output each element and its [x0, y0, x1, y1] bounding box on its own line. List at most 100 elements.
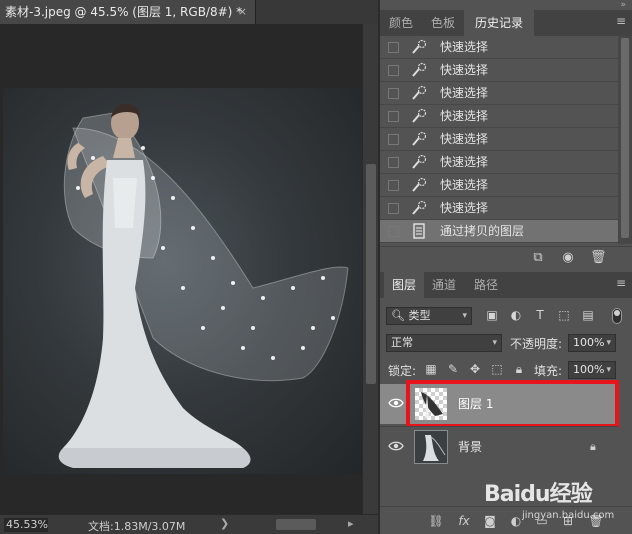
baidu-watermark: Baidu经验 jingyan.baidu.com	[478, 466, 628, 526]
adjustment-filter-icon[interactable]: ◐	[508, 307, 524, 323]
document-tab-bar: 素材-3.jpeg @ 45.5% (图层 1, RGB/8#) * ×	[0, 0, 378, 24]
lock-artboard-icon[interactable]: ⬚	[490, 362, 504, 376]
history-checkbox[interactable]	[388, 42, 399, 53]
history-item-label: 快速选择	[440, 201, 489, 215]
quick-selection-icon	[412, 154, 427, 169]
watermark-brand: Baidu经验	[484, 482, 593, 507]
layer-thumbnail	[414, 430, 448, 464]
history-item[interactable]: 快速选择	[380, 174, 618, 197]
document-tab-title: 素材-3.jpeg @ 45.5% (图层 1, RGB/8#) *	[5, 5, 243, 19]
opacity-field[interactable]: 100% ▾	[568, 334, 616, 352]
status-menu-arrow-icon[interactable]: ❯	[220, 517, 229, 530]
layers-filter-row: 🔍︎ 类型 ▾ ▣ ◐ T ⬚ ▤	[380, 304, 632, 328]
history-checkbox[interactable]	[388, 111, 399, 122]
lock-transparent-pixels-icon[interactable]: ▦	[424, 362, 438, 376]
tab-history[interactable]: 历史记录	[464, 10, 534, 36]
lock-all-icon[interactable]: 🔒︎	[512, 362, 526, 376]
fill-label: 填充:	[534, 364, 563, 378]
opacity-value: 100%	[573, 336, 605, 349]
photo-thumbnail-art	[423, 435, 446, 461]
history-item[interactable]: 快速选择	[380, 151, 618, 174]
quick-selection-icon	[412, 62, 427, 77]
eye-icon[interactable]	[388, 396, 404, 410]
right-panel-dock: 颜色 色板 历史记录 ≡ » 快速选择 快速选择 快速选择 快速选择 快速选择 …	[378, 0, 632, 534]
history-checkbox[interactable]	[388, 226, 399, 237]
tab-color[interactable]: 颜色	[380, 10, 422, 36]
history-item[interactable]: 快速选择	[380, 36, 618, 59]
history-panel-tabbar: 颜色 色板 历史记录 ≡	[380, 10, 632, 36]
lock-fill-row: 锁定: ▦ ✎ ✥ ⬚ 🔒︎ 填充: 100% ▾	[380, 358, 632, 382]
tab-channels[interactable]: 通道	[424, 272, 464, 298]
history-item-selected[interactable]: 通过拷贝的图层	[380, 220, 618, 243]
history-list: 快速选择 快速选择 快速选择 快速选择 快速选择 快速选择 快速选择 快速选择 …	[380, 36, 618, 244]
search-icon: 🔍︎	[391, 309, 405, 322]
canvas-area[interactable]	[0, 24, 362, 514]
history-item-label: 快速选择	[440, 178, 489, 192]
scrollbar-thumb[interactable]	[366, 164, 376, 384]
tab-layers[interactable]: 图层	[384, 272, 424, 298]
horizontal-scrollbar-thumb[interactable]	[276, 519, 316, 530]
filter-toggle[interactable]	[612, 308, 622, 324]
fill-field[interactable]: 100% ▾	[568, 361, 616, 379]
eye-icon[interactable]	[388, 439, 404, 453]
layer-name[interactable]: 背景	[458, 427, 482, 467]
smart-object-filter-icon[interactable]: ▤	[580, 307, 596, 323]
layers-panel-tabbar: 图层 通道 路径 ≡	[380, 272, 632, 298]
link-layers-icon[interactable]: ⛓	[428, 513, 444, 529]
history-item[interactable]: 快速选择	[380, 82, 618, 105]
quick-selection-icon	[412, 200, 427, 215]
blend-mode-dropdown[interactable]: 正常 ▾	[386, 334, 502, 352]
chevron-down-icon: ▾	[462, 311, 467, 321]
fx-icon[interactable]: fx	[456, 513, 472, 529]
panel-menu-icon[interactable]: ≡	[616, 15, 628, 27]
history-item-label: 快速选择	[440, 109, 489, 123]
tab-swatches[interactable]: 色板	[422, 10, 464, 36]
scroll-right-icon[interactable]: ▸	[348, 517, 354, 530]
history-checkbox[interactable]	[388, 180, 399, 191]
lock-position-icon[interactable]: ✥	[468, 362, 482, 376]
canvas-vertical-scrollbar[interactable]	[362, 24, 378, 514]
type-filter-icon[interactable]: T	[532, 307, 548, 323]
layer-row-background[interactable]: 背景 🔒︎	[380, 426, 618, 466]
history-checkbox[interactable]	[388, 203, 399, 214]
panel-menu-icon[interactable]: ≡	[616, 277, 628, 289]
history-item[interactable]: 快速选择	[380, 105, 618, 128]
status-bar: 45.53% 文档:1.83M/3.07M ❯ ▸	[0, 514, 378, 534]
history-checkbox[interactable]	[388, 65, 399, 76]
scrollbar-thumb[interactable]	[621, 38, 629, 238]
history-item-label: 快速选择	[440, 40, 489, 54]
history-checkbox[interactable]	[388, 88, 399, 99]
new-document-from-state-icon[interactable]: ⧉	[530, 250, 546, 266]
bride-photo-illustration	[58, 103, 349, 468]
history-item[interactable]: 快速选择	[380, 59, 618, 82]
canvas-image	[3, 88, 362, 474]
shape-filter-icon[interactable]: ⬚	[556, 307, 572, 323]
pixel-filter-icon[interactable]: ▣	[484, 307, 500, 323]
document-area: 素材-3.jpeg @ 45.5% (图层 1, RGB/8#) * × 45.…	[0, 0, 378, 534]
history-item-label: 快速选择	[440, 155, 489, 169]
trash-icon[interactable]: 🗑	[590, 250, 607, 266]
chevron-down-icon: ▾	[492, 338, 497, 348]
document-tab[interactable]: 素材-3.jpeg @ 45.5% (图层 1, RGB/8#) * ×	[0, 0, 256, 24]
history-item[interactable]: 快速选择	[380, 197, 618, 220]
history-item[interactable]: 快速选择	[380, 128, 618, 151]
history-checkbox[interactable]	[388, 157, 399, 168]
filter-kind-dropdown[interactable]: 🔍︎ 类型 ▾	[386, 307, 472, 325]
close-icon[interactable]: ×	[238, 0, 247, 24]
camera-snapshot-icon[interactable]: ◉	[560, 250, 576, 266]
history-scrollbar[interactable]	[618, 36, 632, 244]
tab-paths[interactable]: 路径	[466, 272, 506, 298]
history-checkbox[interactable]	[388, 134, 399, 145]
zoom-field[interactable]: 45.53%	[4, 518, 48, 532]
quick-selection-icon	[412, 108, 427, 123]
collapse-panels-icon[interactable]: »	[620, 0, 626, 10]
document-info: 文档:1.83M/3.07M	[88, 520, 186, 533]
quick-selection-icon	[412, 39, 427, 54]
quick-selection-icon	[412, 85, 427, 100]
chevron-down-icon: ▾	[606, 338, 611, 348]
lock-label: 锁定:	[388, 364, 417, 378]
history-item-label: 快速选择	[440, 63, 489, 77]
lock-image-pixels-icon[interactable]: ✎	[446, 362, 460, 376]
lock-icon: 🔒︎	[590, 440, 596, 453]
history-item-label: 快速选择	[440, 86, 489, 100]
